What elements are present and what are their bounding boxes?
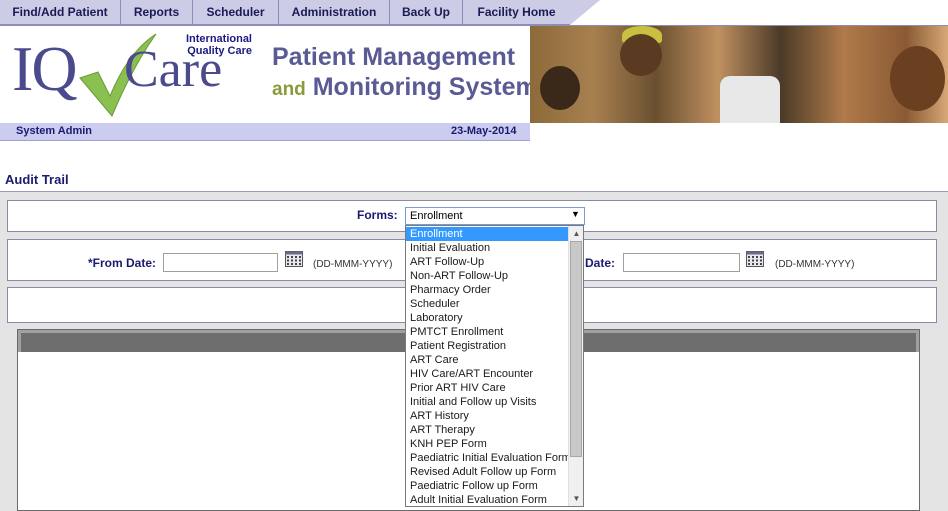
- app-title-line2-wrap: and Monitoring System: [272, 72, 538, 105]
- forms-dropdown-list[interactable]: Enrollment Initial Evaluation ART Follow-U…: [405, 225, 584, 507]
- tab-scheduler[interactable]: Scheduler: [193, 0, 279, 25]
- logo-tagline-line1: International: [185, 33, 252, 45]
- to-date-format-hint: (DD-MMM-YYYY): [775, 259, 855, 270]
- dropdown-option[interactable]: Pharmacy Order: [406, 283, 568, 297]
- dropdown-option[interactable]: Enrollment: [406, 227, 568, 241]
- arrow-down-icon[interactable]: ▼: [569, 491, 583, 506]
- tab-label: Back Up: [401, 5, 451, 19]
- tab-label: Facility Home: [477, 5, 556, 19]
- dropdown-option[interactable]: ART Therapy: [406, 423, 568, 437]
- dropdown-option[interactable]: ART Follow-Up: [406, 255, 568, 269]
- arrow-up-icon[interactable]: ▲: [569, 226, 583, 241]
- dropdown-option[interactable]: Patient Registration: [406, 339, 568, 353]
- chevron-down-icon[interactable]: ▼: [571, 209, 580, 219]
- dropdown-option[interactable]: Revised Adult Follow up Form: [406, 465, 568, 479]
- photo-figure: [720, 76, 780, 123]
- tab-label: Find/Add Patient: [12, 5, 108, 19]
- forms-label: Forms:: [357, 208, 398, 222]
- tab-find-add-patient[interactable]: Find/Add Patient: [0, 0, 121, 25]
- dropdown-option[interactable]: ART History: [406, 409, 568, 423]
- dropdown-option[interactable]: PMTCT Enrollment: [406, 325, 568, 339]
- logo-tagline-line2: Quality Care: [187, 45, 252, 57]
- tab-label: Scheduler: [206, 5, 265, 19]
- nav-tabs: Find/Add Patient Reports Scheduler Admin…: [0, 0, 570, 25]
- tab-label: Administration: [291, 5, 377, 19]
- calendar-icon[interactable]: [285, 251, 303, 267]
- to-date-label: Date:: [585, 256, 616, 270]
- page-title: Audit Trail: [5, 172, 69, 187]
- user-info-bar: System Admin 23-May-2014: [0, 123, 530, 141]
- scrollbar-thumb[interactable]: [570, 241, 582, 457]
- app-window: Find/Add Patient Reports Scheduler Admin…: [0, 0, 948, 511]
- dropdown-option[interactable]: Initial Evaluation: [406, 241, 568, 255]
- tab-administration[interactable]: Administration: [279, 0, 390, 25]
- current-user: System Admin: [16, 125, 93, 137]
- top-nav: Find/Add Patient Reports Scheduler Admin…: [0, 0, 948, 26]
- app-title: Patient Management and Monitoring System: [272, 42, 538, 105]
- from-date-input[interactable]: [163, 253, 278, 272]
- dropdown-option[interactable]: Non-ART Follow-Up: [406, 269, 568, 283]
- logo-iq-text: IQ: [12, 33, 78, 104]
- dropdown-option[interactable]: Paediatric Follow up Form: [406, 479, 568, 493]
- tab-reports[interactable]: Reports: [121, 0, 193, 25]
- dropdown-scrollbar[interactable]: ▲ ▼: [568, 226, 583, 506]
- dropdown-option[interactable]: ART Care: [406, 353, 568, 367]
- dropdown-option[interactable]: Initial and Follow up Visits: [406, 395, 568, 409]
- photo-figure: [620, 34, 662, 76]
- forms-select-value: Enrollment: [410, 210, 463, 222]
- dropdown-option[interactable]: Scheduler: [406, 297, 568, 311]
- current-date: 23-May-2014: [451, 125, 517, 137]
- dropdown-option[interactable]: Laboratory: [406, 311, 568, 325]
- iqcare-logo: IQ Care International Quality Care: [12, 30, 257, 120]
- dropdown-option[interactable]: KNH PEP Form: [406, 437, 568, 451]
- photo-figure: [540, 66, 580, 110]
- dropdown-option[interactable]: Prior ART HIV Care: [406, 381, 568, 395]
- from-date-format-hint: (DD-MMM-YYYY): [313, 259, 393, 270]
- dropdown-option[interactable]: Paediatric Initial Evaluation Form: [406, 451, 571, 465]
- app-title-and: and: [272, 79, 306, 100]
- from-date-label: *From Date:: [88, 256, 157, 270]
- forms-select[interactable]: Enrollment: [405, 207, 585, 225]
- logo-tagline: International Quality Care: [172, 33, 252, 57]
- photo-figure: [890, 46, 945, 111]
- dropdown-option[interactable]: Adult Initial Evaluation Form: [406, 493, 568, 506]
- dropdown-options: Enrollment Initial Evaluation ART Follow-U…: [406, 227, 571, 506]
- app-title-line1: Patient Management: [272, 43, 516, 71]
- tab-label: Reports: [133, 5, 180, 19]
- tab-facility-home[interactable]: Facility Home: [463, 0, 570, 25]
- header-banner: IQ Care International Quality Care Patie…: [0, 26, 948, 123]
- calendar-icon[interactable]: [746, 251, 764, 267]
- tab-corner: [570, 0, 600, 25]
- banner-photo: [530, 26, 948, 123]
- app-title-line2: Monitoring System: [312, 73, 538, 101]
- tab-back-up[interactable]: Back Up: [390, 0, 463, 25]
- to-date-input[interactable]: [623, 253, 740, 272]
- dropdown-option[interactable]: HIV Care/ART Encounter: [406, 367, 568, 381]
